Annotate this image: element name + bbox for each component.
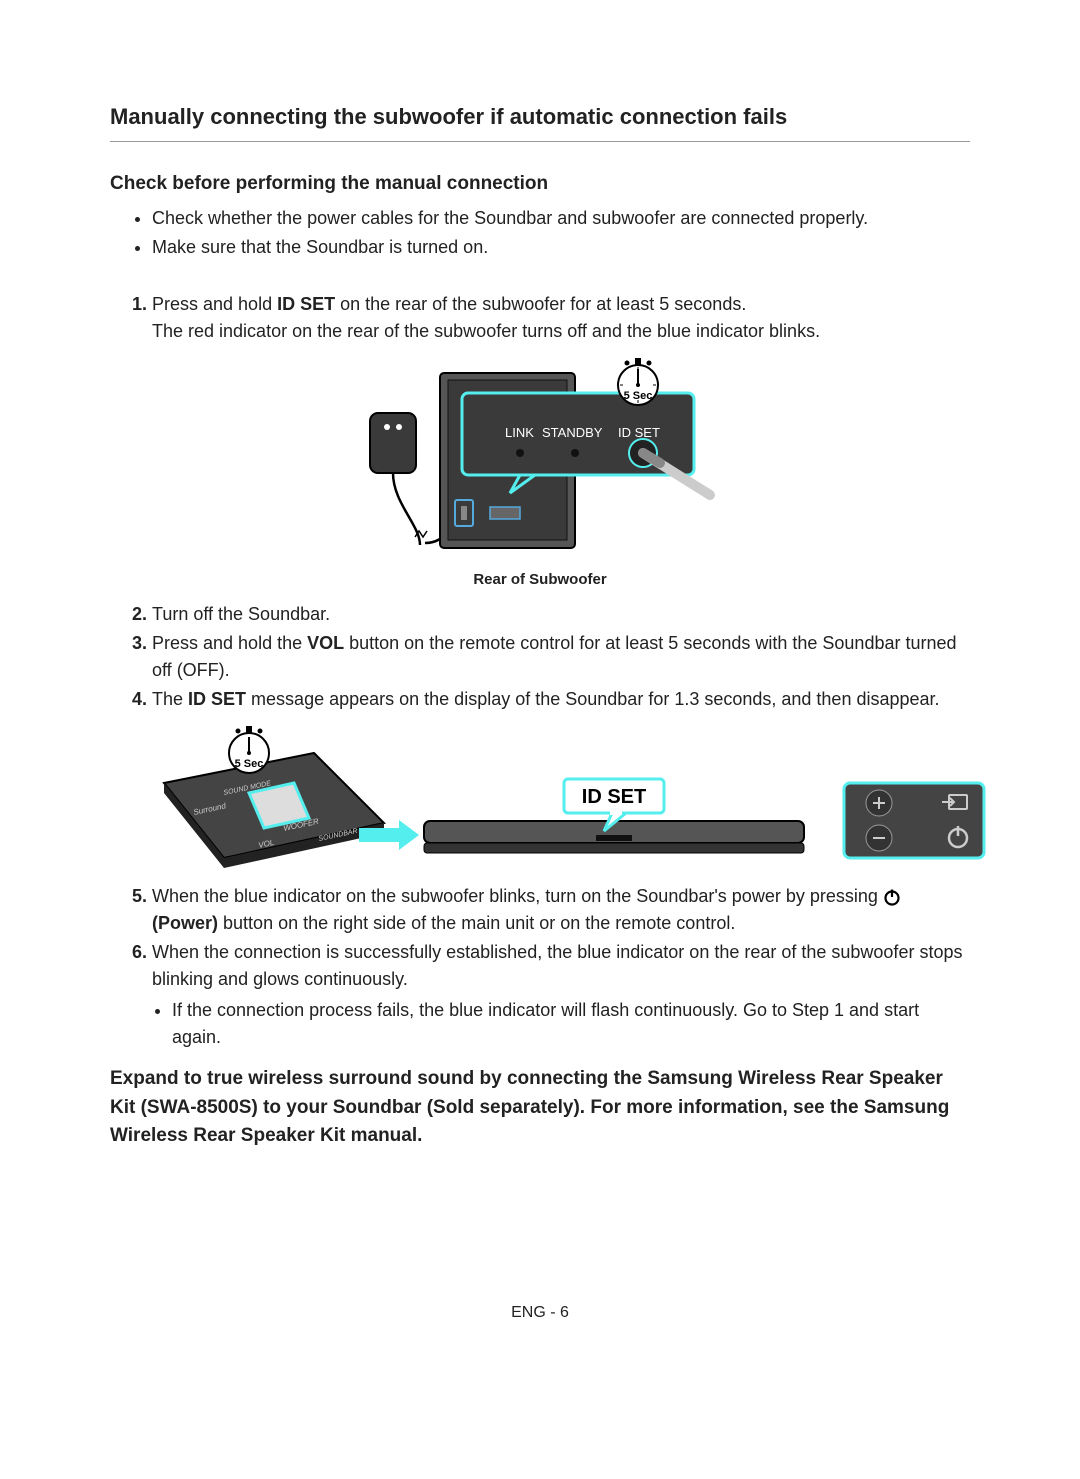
step-3: Press and hold the VOL button on the rem… — [152, 630, 970, 684]
steps-list: Press and hold ID SET on the rear of the… — [110, 291, 970, 345]
step-2: Turn off the Soundbar. — [152, 601, 970, 628]
check-heading: Check before performing the manual conne… — [110, 170, 970, 199]
svg-text:STANDBY: STANDBY — [542, 425, 603, 440]
section-title: Manually connecting the subwoofer if aut… — [110, 100, 970, 142]
svg-text:ID SET: ID SET — [618, 425, 660, 440]
figure-idset-soundbar: Surround SOUND MODE WOOFER VOL SOUNDBAR … — [134, 723, 970, 873]
step-1: Press and hold ID SET on the rear of the… — [152, 291, 970, 345]
svg-text:ID SET: ID SET — [582, 786, 646, 808]
svg-text:5 Sec: 5 Sec — [235, 758, 264, 770]
check-bullet: Check whether the power cables for the S… — [152, 205, 970, 232]
power-icon — [883, 888, 901, 906]
check-bullet: Make sure that the Soundbar is turned on… — [152, 234, 970, 261]
closing-note: Expand to true wireless surround sound b… — [110, 1065, 970, 1151]
step-4: The ID SET message appears on the displa… — [152, 686, 970, 713]
check-bullets: Check whether the power cables for the S… — [110, 205, 970, 261]
figure-caption: Rear of Subwoofer — [110, 569, 970, 592]
steps-list-cont2: When the blue indicator on the subwoofer… — [110, 883, 970, 1051]
page-footer: ENG - 6 — [110, 1301, 970, 1325]
steps-list-cont: Turn off the Soundbar. Press and hold th… — [110, 601, 970, 713]
svg-text:LINK: LINK — [505, 425, 534, 440]
step-6: When the connection is successfully esta… — [152, 939, 970, 1051]
step-6-sub: If the connection process fails, the blu… — [172, 997, 970, 1051]
figure-rear-subwoofer: LINK STANDBY ID SET 5 Sec Rear of Subwoo… — [110, 355, 970, 592]
svg-text:5 Sec: 5 Sec — [624, 390, 653, 402]
step-5: When the blue indicator on the subwoofer… — [152, 883, 970, 937]
